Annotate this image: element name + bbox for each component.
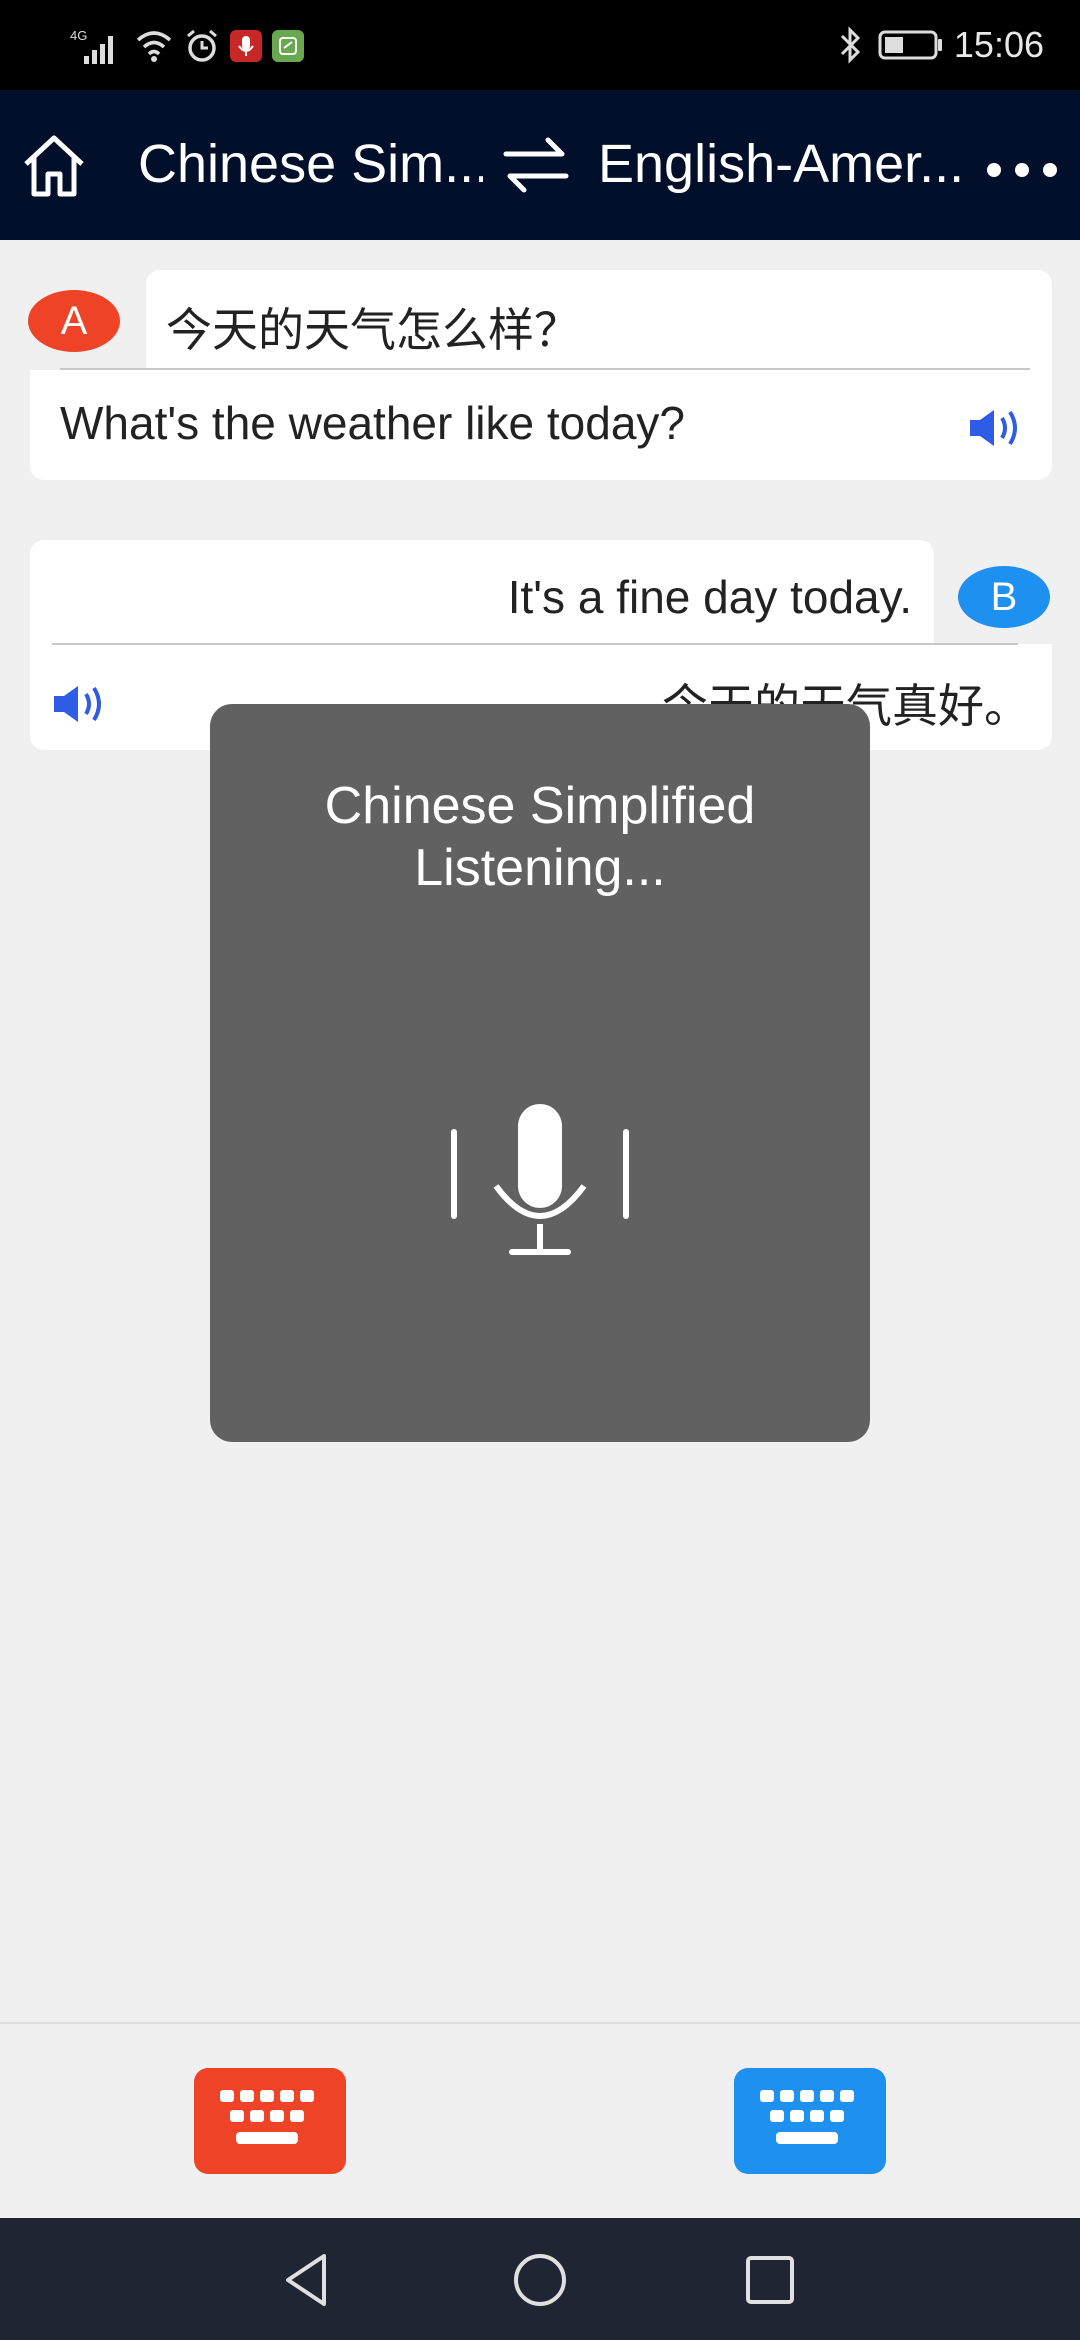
- target-language-selector[interactable]: English-Amer...: [598, 133, 968, 195]
- bluetooth-icon: [840, 26, 861, 64]
- app-notification-icon: [272, 30, 304, 62]
- alarm-icon: [187, 29, 217, 62]
- keyboard-icon: [220, 2090, 314, 2144]
- speaker-icon[interactable]: [50, 680, 112, 728]
- speaker-icon[interactable]: [966, 404, 1028, 452]
- microphone-icon: [451, 1104, 629, 1255]
- status-right-icons: 15:06: [834, 22, 1044, 68]
- message-a-source-text: 今天的天气怎么样？: [166, 303, 580, 357]
- signal-icon: 4G: [70, 28, 113, 64]
- recents-icon[interactable]: [738, 2248, 802, 2312]
- more-dots-icon[interactable]: [984, 160, 1064, 180]
- status-time: 15:06: [953, 24, 1044, 65]
- app-bar: Chinese Sim... English-Amer...: [0, 90, 1080, 240]
- mic-notification-icon: [230, 30, 262, 62]
- status-left-icons: 4G: [68, 24, 304, 68]
- battery-icon: [878, 30, 942, 60]
- message-b-source-text: It's a fine day today.: [507, 571, 912, 623]
- bottom-divider: [0, 2022, 1080, 2024]
- home-icon[interactable]: [18, 130, 90, 202]
- speaker-a-keyboard-button[interactable]: [194, 2068, 346, 2174]
- listening-language: Chinese Simplified: [324, 777, 756, 835]
- divider: [60, 368, 1030, 370]
- system-nav-bar: [0, 2218, 1080, 2340]
- network-type: 4G: [70, 28, 87, 43]
- keyboard-icon: [760, 2090, 854, 2144]
- back-icon[interactable]: [276, 2248, 340, 2312]
- listening-status: Listening...: [414, 839, 666, 897]
- status-bar: 4G 15:06: [0, 0, 1080, 90]
- speaker-b-keyboard-button[interactable]: [734, 2068, 886, 2174]
- message-a-translation-text: What's the weather like today?: [60, 397, 685, 449]
- home-circle-icon[interactable]: [508, 2248, 572, 2312]
- source-language-selector[interactable]: Chinese Sim...: [138, 133, 483, 195]
- wifi-icon: [136, 31, 172, 62]
- speaker-b-badge[interactable]: B: [958, 566, 1050, 628]
- swap-arrows-icon[interactable]: [500, 132, 572, 198]
- speaker-a-badge[interactable]: A: [28, 290, 120, 352]
- divider: [52, 643, 1018, 645]
- listening-dialog[interactable]: Chinese Simplified Listening...: [210, 704, 870, 1442]
